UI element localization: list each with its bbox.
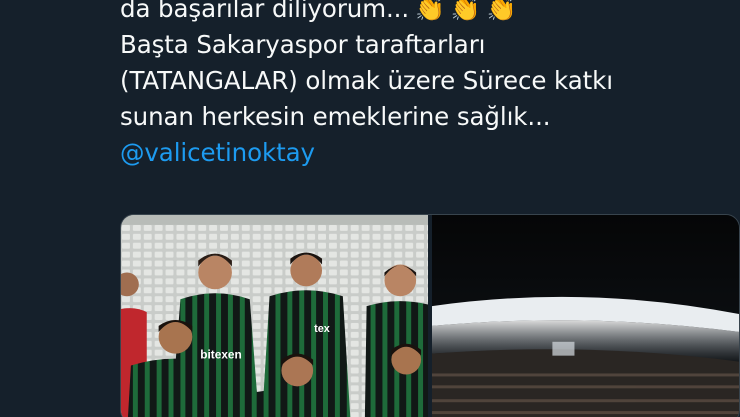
user-mention-link[interactable]: @valicetinoktay (120, 135, 680, 171)
stadium-photo-image (432, 215, 739, 417)
team-photo[interactable]: bitexen tex (121, 215, 428, 417)
tweet-line-3: (TATANGALAR) olmak üzere Sürece katkı (120, 66, 613, 95)
tweet-line-4: sunan herkesin emeklerine sağlık... (120, 102, 551, 131)
tweet-line-1: da başarılar diliyorum... 👏 👏 👏 (120, 0, 680, 27)
jersey-sponsor-text: tex (314, 323, 330, 335)
tweet-line-2: Başta Sakaryaspor taraftarları (120, 30, 486, 59)
clapping-hands-icon: 👏 (450, 0, 481, 23)
stadium-photo[interactable] (432, 215, 739, 417)
clapping-hands-icon: 👏 (415, 0, 445, 23)
tweet-line-text: da başarılar diliyorum... (120, 0, 410, 23)
team-photo-image: bitexen tex (121, 215, 428, 417)
tweet-body: da başarılar diliyorum... 👏 👏 👏 Başta Sakar… (120, 0, 680, 171)
clapping-hands-icon: 👏 (486, 0, 517, 23)
tweet-media-grid: bitexen tex (120, 214, 740, 417)
jersey-sponsor-text: bitexen (200, 348, 242, 362)
